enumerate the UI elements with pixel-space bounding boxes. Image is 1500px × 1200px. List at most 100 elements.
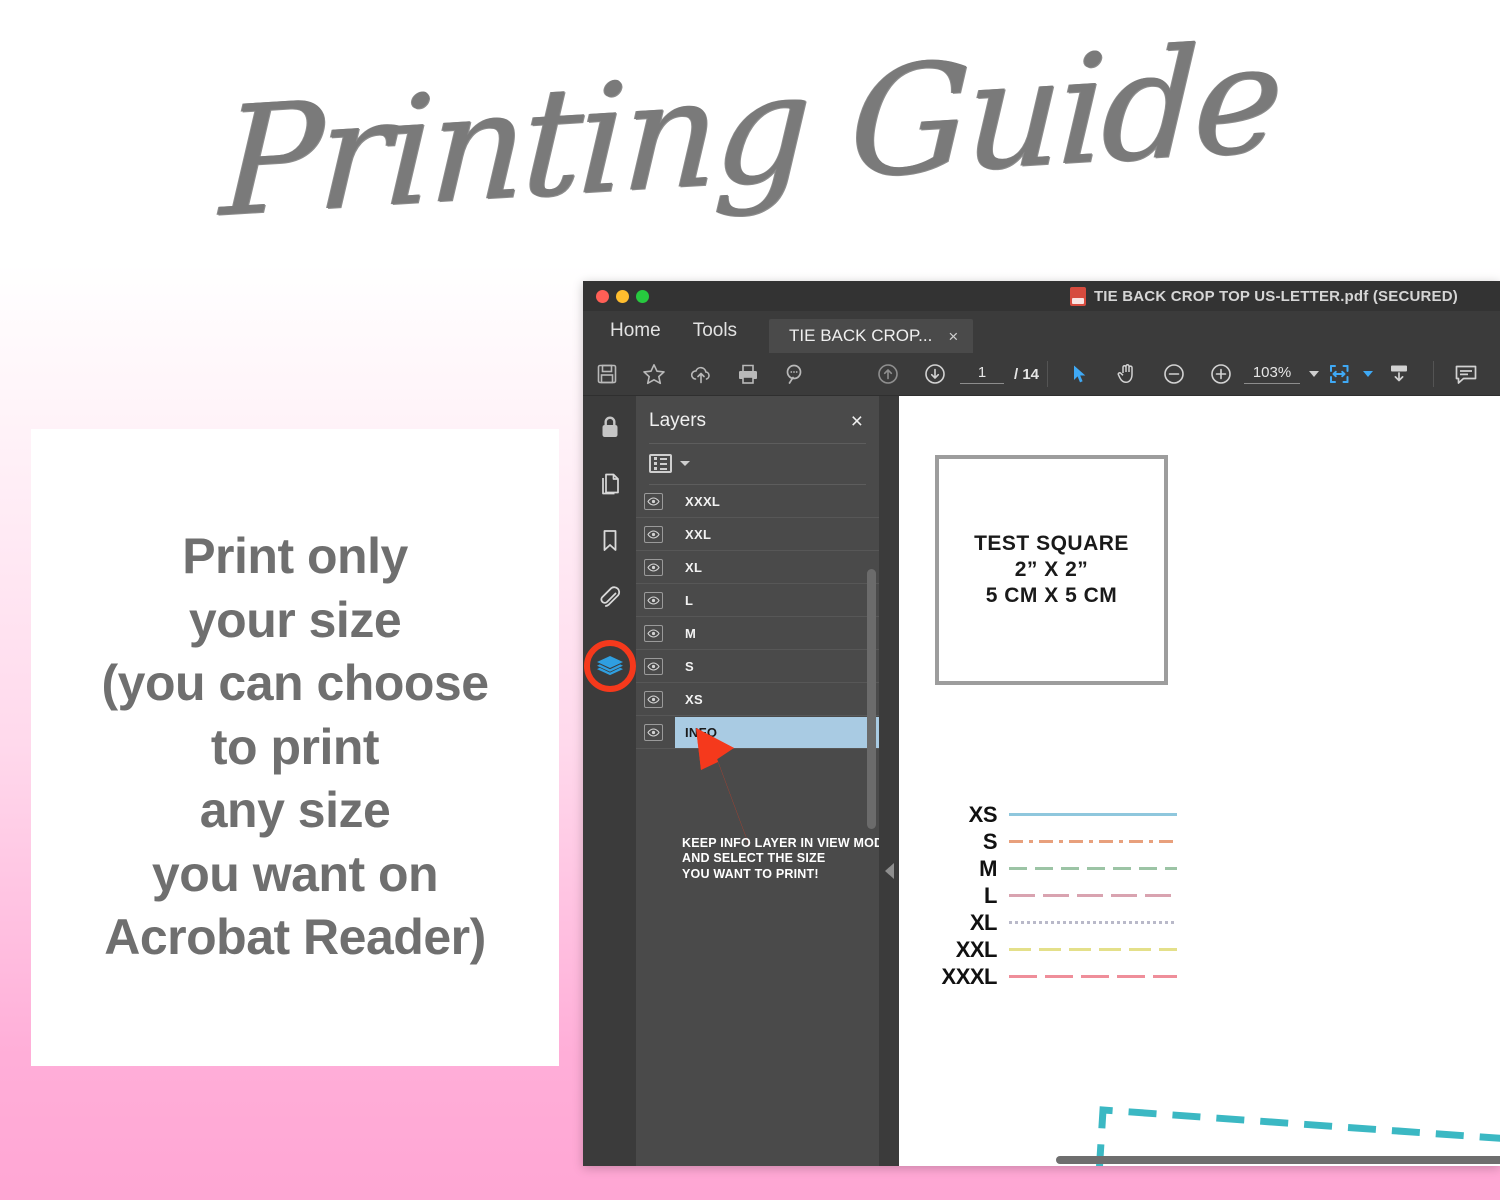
instruction-line: Acrobat Reader) [104,909,486,966]
visibility-eye-icon[interactable] [644,591,663,609]
visibility-eye-icon[interactable] [644,624,663,642]
toolbar-divider-2 [1433,361,1435,387]
layer-row[interactable]: XXL [636,518,879,551]
close-window-button[interactable] [596,289,609,303]
annotation-line: KEEP INFO LAYER IN VIEW MODE [682,836,892,850]
legend-label: S [982,828,998,854]
close-icon[interactable]: × [851,411,863,432]
next-page-icon[interactable] [911,362,958,386]
collapse-panel-icon[interactable] [884,863,894,879]
legend-row: XXL [927,936,1177,963]
list-options-icon[interactable] [649,454,672,473]
bookmarks-icon[interactable] [593,524,627,558]
instruction-line: any size [199,782,391,839]
pattern-lines [1096,1106,1500,1166]
layer-label: L [685,592,694,608]
maximize-window-button[interactable] [636,289,649,303]
scrollbar-thumb[interactable] [1056,1156,1500,1164]
page-thumbnails-icon[interactable] [593,467,627,501]
legend-label: XXXL [941,963,998,989]
legend-label: XXL [955,936,998,962]
legend-row: XXXL [927,963,1177,990]
instruction-card: Print only your size (you can choose to … [31,429,559,1066]
print-icon[interactable] [724,362,771,386]
zoom-in-icon[interactable] [1197,362,1244,386]
fit-page-icon[interactable] [1319,362,1361,386]
test-square-line: 5 CM X 5 CM [985,584,1118,608]
previous-page-icon[interactable] [864,362,911,386]
layers-panel-toolbar [636,444,879,484]
layer-label: XXL [685,526,712,542]
layer-row[interactable]: XL [636,551,879,584]
tab-strip: Home Tools TIE BACK CROP... × [583,311,1500,353]
download-icon[interactable] [1373,362,1425,386]
layer-label: M [685,625,697,641]
pdf-file-icon [1069,286,1086,306]
layers-scrollbar[interactable] [867,569,876,829]
visibility-eye-icon[interactable] [644,525,663,543]
sidebar-item-layers[interactable] [583,640,636,692]
zoom-level-input[interactable]: 103% [1244,364,1301,384]
layer-row[interactable]: XXXL [636,485,879,518]
legend-line-xxxl [1009,975,1177,978]
horizontal-scrollbar[interactable] [899,1156,1500,1166]
highlight-ring [583,640,636,692]
legend-line-xs [1009,813,1177,816]
visibility-eye-icon[interactable] [644,492,663,510]
attachments-icon[interactable] [593,581,627,615]
legend-label: XS [968,801,998,827]
close-icon[interactable]: × [948,328,958,345]
layer-label: XS [685,691,703,707]
legend-line-xxl [1009,948,1177,951]
instruction-line: your size [188,591,402,648]
visibility-eye-icon[interactable] [644,723,663,741]
instruction-line: Print only [182,528,408,585]
visibility-eye-icon[interactable] [644,657,663,675]
panel-divider[interactable] [879,396,899,1166]
tab-tools[interactable]: Tools [677,320,753,353]
visibility-eye-icon[interactable] [644,558,663,576]
test-square-line: TEST SQUARE [974,531,1129,555]
hand-tool-icon[interactable] [1103,362,1150,386]
comment-icon[interactable] [1442,362,1490,386]
window-titlebar: TIE BACK CROP TOP US-LETTER.pdf (SECURED… [583,281,1500,311]
save-icon[interactable] [583,363,630,385]
layer-label: XL [685,559,703,575]
instruction-line: (you can choose [101,655,489,712]
layer-list: XXXL XXL XL L M S XS [636,485,879,829]
page-total-label: / 14 [1014,365,1040,383]
legend-row: S [927,828,1177,855]
minimize-window-button[interactable] [616,289,629,303]
tab-document-label: TIE BACK CROP... [789,326,933,345]
zoom-out-icon[interactable] [1150,362,1197,386]
star-icon[interactable] [630,362,677,386]
search-icon[interactable] [771,362,818,386]
window-body: Layers × XXXL XXL XL L M S XS KEEP INFO … [583,396,1500,1166]
size-legend: XS S M L XL XXL XXXL [927,801,1177,990]
chevron-down-icon[interactable] [680,461,690,466]
layer-row[interactable]: L [636,584,879,617]
layer-label: S [685,658,694,674]
instruction-line: you want on [151,845,439,902]
select-cursor-icon[interactable] [1056,363,1103,385]
layer-row[interactable]: S [636,650,879,683]
cloud-upload-icon[interactable] [677,362,724,386]
legend-row: M [927,855,1177,882]
toolbar: 1 / 14 103% [583,353,1500,396]
layer-row[interactable]: XS [636,683,879,716]
pdf-document-view[interactable]: TEST SQUARE 2” X 2” 5 CM X 5 CM XS S M L… [899,396,1500,1166]
chevron-down-icon[interactable] [1309,371,1320,377]
page-title: Printing Guide [217,11,1283,251]
page-number-input[interactable]: 1 [960,364,1004,384]
security-lock-icon[interactable] [593,410,627,444]
legend-line-l [1009,894,1177,897]
fit-page-chevron-down-icon[interactable] [1363,371,1374,377]
tab-document[interactable]: TIE BACK CROP... × [769,319,974,353]
layers-annotation: KEEP INFO LAYER IN VIEW MODE AND SELECT … [682,836,897,882]
layer-label: XXXL [685,493,721,509]
visibility-eye-icon[interactable] [644,690,663,708]
tab-home[interactable]: Home [594,320,677,353]
page-banner: Printing Guide [0,6,1500,256]
instruction-line: to print [210,718,380,775]
layer-row[interactable]: M [636,617,879,650]
